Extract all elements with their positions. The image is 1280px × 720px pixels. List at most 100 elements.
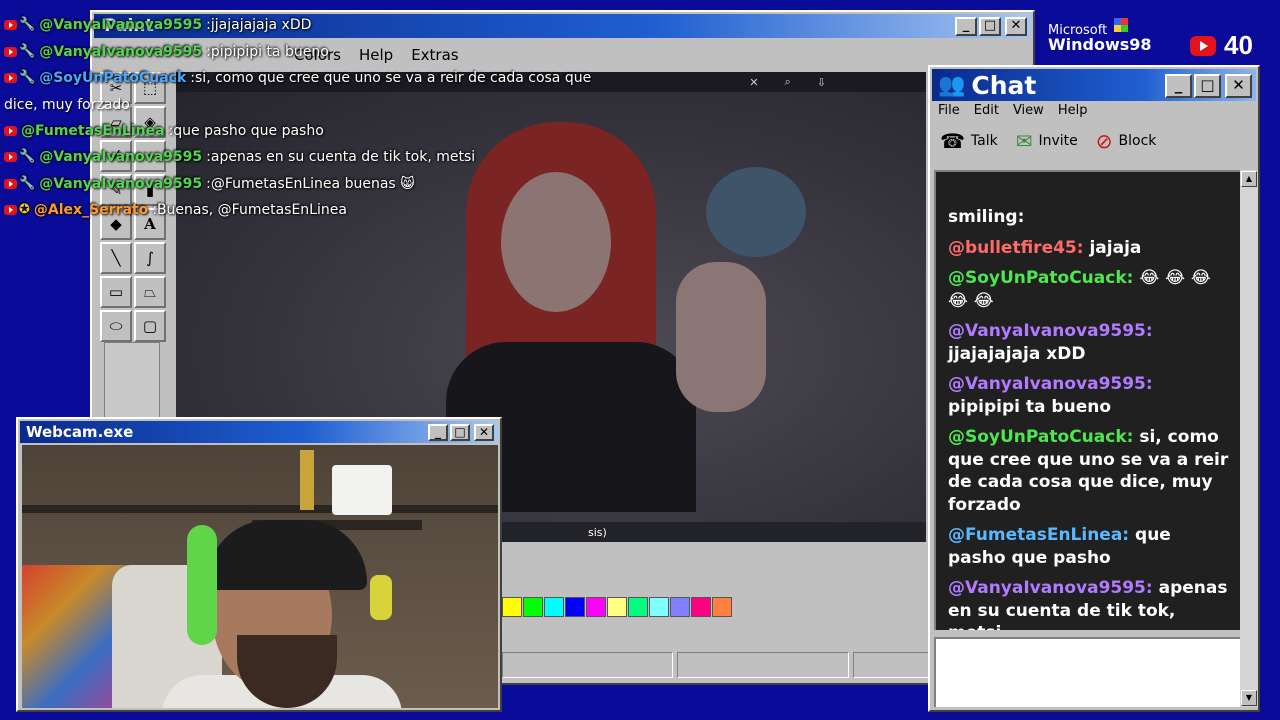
rounded-rect-icon[interactable]: ▢ xyxy=(134,310,166,342)
chat-title: Chat xyxy=(971,70,1037,100)
invite-button[interactable]: ✉ Invite xyxy=(1016,129,1078,153)
line-icon[interactable]: ╲ xyxy=(100,242,132,274)
chat-username[interactable]: @SoyUnPatoCuack: xyxy=(948,268,1133,288)
palette-swatch[interactable] xyxy=(670,597,690,617)
overlay-message-continuation: dice, muy forzado xyxy=(4,96,130,113)
chat-titlebar[interactable]: 👥 Chat _ □ ✕ xyxy=(932,69,1256,101)
badge-icons: 🔧 xyxy=(4,144,35,171)
youtube-icon xyxy=(1190,35,1216,56)
streamer-hand xyxy=(676,262,766,412)
rectangle-icon[interactable]: ▭ xyxy=(100,276,132,308)
overlay-message: 🔧 @VanyaIvanova9595: @FumetasEnLinea buen… xyxy=(4,171,584,198)
close-button[interactable]: ✕ xyxy=(1225,74,1252,98)
wrench-icon: 🔧 xyxy=(19,17,36,32)
overlay-message-text: Buenas, @FumetasEnLinea xyxy=(156,202,347,218)
chat-message: @SoyUnPatoCuack: 😂 😂 😂 😂 😂 xyxy=(948,267,1230,312)
stream-caption: sis) xyxy=(588,526,607,539)
chat-username[interactable]: @VanyaIvanova9595: xyxy=(948,321,1153,341)
chat-username[interactable]: @VanyaIvanova9595: xyxy=(948,578,1153,598)
overlay-message-text: jjajajajaja xDD xyxy=(210,17,312,33)
wall-decoration xyxy=(706,167,806,257)
maximize-button[interactable]: □ xyxy=(450,424,470,441)
chat-username[interactable]: @bulletfire45: xyxy=(948,238,1084,258)
download-icon[interactable]: ⇩ xyxy=(817,76,826,89)
menu-edit[interactable]: Edit xyxy=(974,103,999,118)
wrench-icon: 🔧 xyxy=(19,43,36,59)
chat-input[interactable] xyxy=(934,637,1240,707)
maximize-button[interactable]: □ xyxy=(979,17,1001,36)
chat-message-text: jajaja xyxy=(1089,237,1142,258)
palette-swatch[interactable] xyxy=(523,597,543,617)
live-viewers-badge: 40 xyxy=(1190,30,1253,61)
minimize-button[interactable]: _ xyxy=(1165,74,1192,98)
overlay-message: ✪ @Alex_Serrato: Buenas, @FumetasEnLinea xyxy=(4,197,584,224)
overlay-message: @FumetasEnLinea: que pasho que pasho xyxy=(4,118,584,145)
block-button[interactable]: ⊘ Block xyxy=(1096,129,1157,153)
polygon-icon[interactable]: ⏢ xyxy=(134,276,166,308)
talk-button[interactable]: ☎ Talk xyxy=(940,129,998,153)
webcam-feed xyxy=(22,445,498,708)
webcam-title: Webcam.exe xyxy=(26,423,134,441)
chat-message: @VanyaIvanova9595: jjajajajaja xDD xyxy=(948,320,1230,365)
chat-message: @VanyaIvanova9595: apenas en su cuenta d… xyxy=(948,577,1230,630)
overlay-username: @FumetasEnLinea xyxy=(21,122,165,139)
youtube-icon xyxy=(4,46,17,57)
viewer-count: 40 xyxy=(1224,30,1253,60)
overlay-username: @VanyaIvanova9595 xyxy=(39,43,203,60)
webcam-window: Webcam.exe _ □ ✕ xyxy=(16,417,502,712)
palette-swatch[interactable] xyxy=(649,597,669,617)
youtube-icon xyxy=(4,125,17,136)
overlay-username: @VanyaIvanova9595 xyxy=(39,17,203,33)
chat-message: @bulletfire45: jajaja xyxy=(948,237,1230,260)
palette-swatch[interactable] xyxy=(544,597,564,617)
menu-view[interactable]: View xyxy=(1013,103,1044,118)
overlay-username: @SoyUnPatoCuack xyxy=(39,70,187,86)
menu-file[interactable]: File xyxy=(938,103,960,118)
menu-help[interactable]: Help xyxy=(1058,103,1088,118)
trophy xyxy=(300,450,314,510)
badge-icons: ✪ xyxy=(4,197,30,224)
wrench-icon: 🔧 xyxy=(19,149,36,164)
yellow-figure xyxy=(370,575,392,620)
badge-icons: 🔧 xyxy=(4,65,35,92)
youtube-icon xyxy=(4,152,17,163)
search-icon[interactable]: ⌕ xyxy=(785,75,791,89)
close-icon[interactable]: ✕ xyxy=(749,76,758,89)
chat-username[interactable]: @FumetasEnLinea: xyxy=(948,525,1129,545)
chat-log[interactable]: smiling: @bulletfire45: jajaja @SoyUnPatoC… xyxy=(934,170,1240,630)
talk-icon: ☎ xyxy=(940,129,965,153)
minimize-button[interactable]: _ xyxy=(955,17,977,36)
palette-swatch[interactable] xyxy=(565,597,585,617)
overlay-message-text: que pasho que pasho xyxy=(173,122,324,139)
invite-icon: ✉ xyxy=(1015,129,1033,153)
chat-message: @SoyUnPatoCuack: si, como que cree que u… xyxy=(948,426,1230,516)
maximize-button[interactable]: □ xyxy=(1194,74,1221,98)
scroll-down-icon[interactable]: ▼ xyxy=(1241,690,1257,706)
palette-swatch[interactable] xyxy=(712,597,732,617)
overlay-message: 🔧 @SoyUnPatoCuack: si, como que cree que … xyxy=(4,65,591,92)
status-cell xyxy=(677,652,849,678)
invite-label: Invite xyxy=(1038,133,1078,149)
chat-username[interactable]: @SoyUnPatoCuack: xyxy=(948,427,1133,447)
chat-menubar: File Edit View Help xyxy=(938,103,1087,118)
chat-message: @FumetasEnLinea: que pasho que pasho xyxy=(948,524,1230,569)
chat-message: @VanyaIvanova9595: pipipipi ta bueno xyxy=(948,373,1230,418)
palette-swatch[interactable] xyxy=(586,597,606,617)
webcam-titlebar[interactable]: Webcam.exe _ □ ✕ xyxy=(20,421,498,443)
close-button[interactable]: ✕ xyxy=(1005,17,1027,36)
close-button[interactable]: ✕ xyxy=(474,424,494,441)
shelf xyxy=(22,505,498,513)
chat-username[interactable]: @VanyaIvanova9595: xyxy=(948,374,1153,394)
scroll-up-icon[interactable]: ▲ xyxy=(1241,171,1257,187)
overlay-chat: 🔧 @VanyaIvanova9595: jjajajajaja xDD 🔧 @Van… xyxy=(4,12,591,224)
palette-swatch[interactable] xyxy=(607,597,627,617)
palette-swatch[interactable] xyxy=(628,597,648,617)
palette-swatch[interactable] xyxy=(502,597,522,617)
minimize-button[interactable]: _ xyxy=(428,424,448,441)
palette-swatch[interactable] xyxy=(691,597,711,617)
overlay-username: @Alex_Serrato xyxy=(33,202,149,218)
ellipse-icon[interactable]: ⬭ xyxy=(100,310,132,342)
curve-icon[interactable]: ∫ xyxy=(134,242,166,274)
chat-scrollbar[interactable]: ▲ ▼ xyxy=(1240,170,1258,707)
tool-options[interactable] xyxy=(104,342,160,422)
